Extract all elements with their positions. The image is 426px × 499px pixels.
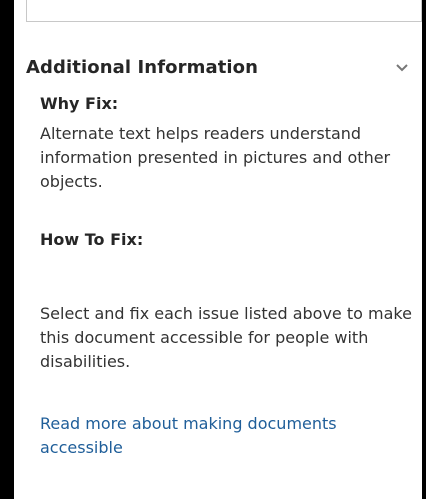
how-to-fix-text: Select and fix each issue listed above t… [40,304,412,371]
accessibility-checker-pane: Additional Information Why Fix: Alternat… [14,0,422,499]
how-to-fix-heading: How To Fix: [40,230,144,249]
read-more-link[interactable]: Read more about making documents accessi… [40,412,410,460]
why-fix-heading: Why Fix: [40,94,119,113]
why-fix-text: Alternate text helps readers understand … [40,124,391,191]
chevron-down-icon[interactable] [394,59,410,75]
issues-list-box[interactable] [26,0,422,22]
section-title: Additional Information [26,57,259,78]
additional-information-header[interactable]: Additional Information [26,54,410,82]
